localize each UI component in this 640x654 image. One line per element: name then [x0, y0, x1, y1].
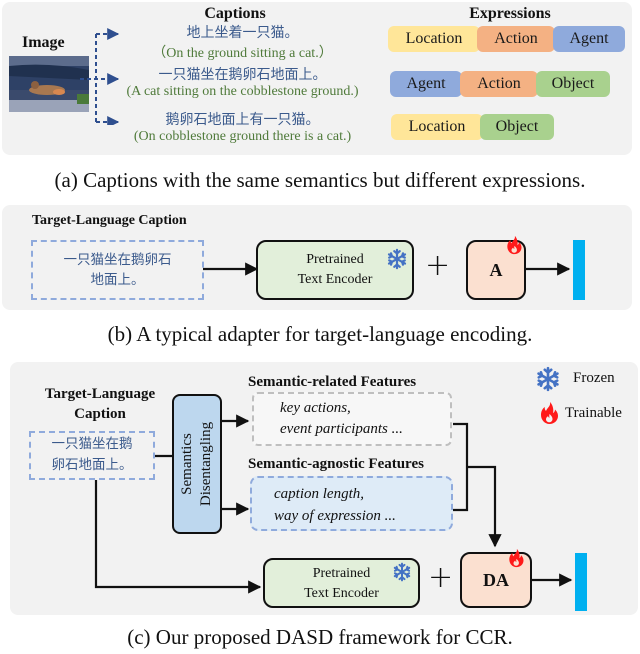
- legend-snowflake-icon: [535, 366, 561, 392]
- label-line: Disentangling: [198, 421, 214, 507]
- adapter-label: A: [489, 260, 503, 280]
- snowflake-icon: [392, 561, 412, 583]
- output-embedding-bar-b: [573, 240, 585, 300]
- caption-item: 地上坐着一只猫。 （On the ground sitting a cat.）: [100, 22, 385, 64]
- plus-sign-b: +: [425, 248, 451, 283]
- caption-en: （On the ground sitting a cat.）: [152, 46, 333, 61]
- caption-cn: 鹅卵石地面上有一只猫。: [165, 112, 320, 128]
- legend-frozen-label: Frozen: [573, 370, 615, 386]
- cat-image: [9, 56, 89, 112]
- target-caption-title-b: Target-Language Caption: [32, 213, 187, 228]
- plus-sign-c: +: [428, 560, 454, 595]
- feature-line: way of expression ...: [274, 508, 396, 524]
- feature-line: key actions,: [280, 400, 351, 416]
- expression-chip-location: Location: [391, 114, 483, 140]
- caption-item: 鹅卵石地面上有一只猫。 (On cobblestone ground there…: [100, 109, 385, 145]
- expression-chip-agent: Agent: [390, 71, 462, 97]
- arrow-adapter-to-output-b: [525, 262, 571, 276]
- target-caption-text-b: 一只猫坐在鹅卵石 地面上。: [31, 250, 204, 290]
- caption-line: 一只猫坐在鹅卵石: [63, 252, 172, 268]
- caption-line: 地面上。: [90, 272, 145, 288]
- expression-chip-object: Object: [480, 114, 554, 140]
- snowflake-icon: [386, 247, 408, 271]
- figure-caption-b: (b) A typical adapter for target-languag…: [107, 322, 533, 346]
- caption-cn: 一只猫坐在鹅卵石地面上。: [158, 67, 327, 83]
- caption-list: 地上坐着一只猫。 （On the ground sitting a cat.） …: [100, 22, 385, 145]
- semantics-disentangling-block: Semantics Disentangling: [172, 394, 222, 534]
- caption-en: (On cobblestone ground there is a cat.): [133, 129, 352, 144]
- caption-cn: 地上坐着一只猫。: [186, 25, 299, 41]
- feature-line: event participants ...: [280, 421, 403, 437]
- expression-chip-action: Action: [477, 26, 555, 52]
- flame-icon: [506, 546, 526, 570]
- arrow-caption-to-encoder-b: [203, 262, 259, 276]
- semantic-related-text: key actions, event participants ...: [280, 398, 403, 440]
- encoder-label: Text Encoder: [304, 586, 379, 601]
- feature-line: caption length,: [274, 486, 364, 502]
- caption-item: 一只猫坐在鹅卵石地面上。 (A cat sitting on the cobbl…: [100, 64, 385, 109]
- semantic-related-title: Semantic-related Features: [248, 374, 417, 390]
- flame-icon: [504, 233, 524, 257]
- semantic-agnostic-text: caption length, way of expression ...: [274, 483, 396, 527]
- encoder-label: Text Encoder: [297, 272, 373, 287]
- captions-header: Captions: [204, 5, 266, 22]
- disentangling-label: Semantics Disentangling: [178, 399, 216, 529]
- expression-chip-agent: Agent: [553, 26, 625, 52]
- expression-chip-location: Location: [388, 26, 480, 52]
- adapter-label: DA: [483, 570, 509, 590]
- semantic-agnostic-title: Semantic-agnostic Features: [248, 456, 424, 472]
- expression-chip-action: Action: [460, 71, 538, 97]
- caption-en: (A cat sitting on the cobblestone ground…: [126, 84, 359, 99]
- legend-flame-icon: [537, 400, 561, 426]
- figure-caption-a: (a) Captions with the same semantics but…: [54, 168, 586, 192]
- image-label: Image: [22, 34, 65, 51]
- output-embedding-bar-c: [575, 553, 587, 611]
- figure-caption-c: (c) Our proposed DASD framework for CCR.: [127, 625, 513, 649]
- expressions-header: Expressions: [469, 5, 551, 22]
- label-line: Semantics: [179, 433, 195, 495]
- expression-chip-object: Object: [536, 71, 610, 97]
- legend-trainable-label: Trainable: [565, 405, 622, 421]
